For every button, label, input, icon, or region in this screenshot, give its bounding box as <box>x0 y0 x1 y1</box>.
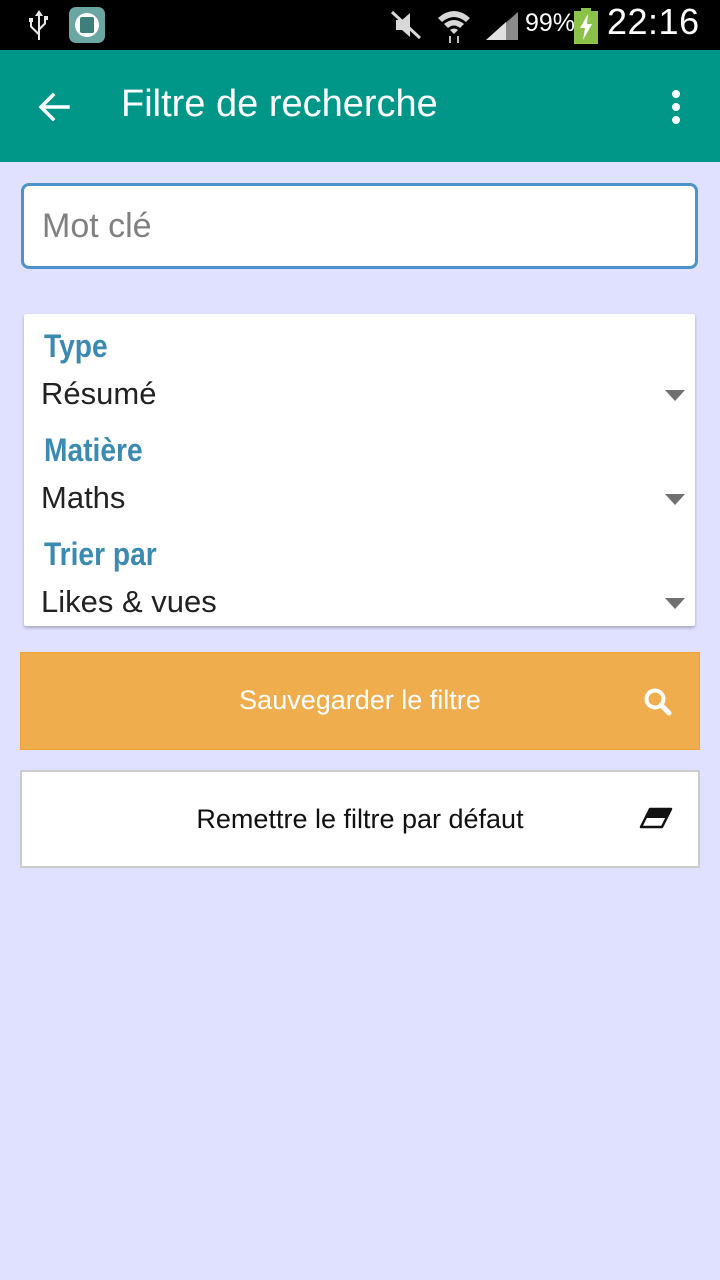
sort-label: Trier par <box>44 536 157 572</box>
wifi-icon <box>438 11 470 43</box>
app-notification-icon <box>69 7 105 43</box>
save-filter-button[interactable]: Sauvegarder le filtre <box>20 652 700 750</box>
subject-label: Matière <box>44 432 143 468</box>
filter-card: Type Résumé Matière Maths Trier par Like… <box>24 314 695 626</box>
more-vert-icon[interactable] <box>660 86 692 128</box>
chevron-down-icon <box>665 598 685 609</box>
app-bar: Filtre de recherche <box>0 50 720 162</box>
battery-icon <box>574 8 598 44</box>
sort-select[interactable]: Likes & vues <box>24 584 695 628</box>
page-title: Filtre de recherche <box>121 83 438 125</box>
subject-value: Maths <box>41 480 126 515</box>
mute-icon <box>390 10 422 40</box>
reset-filter-label: Remettre le filtre par défaut <box>196 804 524 834</box>
battery-percent: 99% <box>525 9 576 37</box>
eraser-icon <box>639 807 673 829</box>
arrow-left-icon[interactable] <box>34 86 76 128</box>
chevron-down-icon <box>665 390 685 401</box>
status-bar: 99% 22:16 <box>0 0 720 50</box>
chevron-down-icon <box>665 494 685 505</box>
signal-icon <box>486 12 518 40</box>
usb-icon <box>29 10 48 40</box>
type-value: Résumé <box>41 376 157 411</box>
search-icon <box>644 688 672 716</box>
clock: 22:16 <box>607 1 700 42</box>
keyword-input[interactable] <box>21 183 698 269</box>
type-select[interactable]: Résumé <box>24 376 695 420</box>
subject-select[interactable]: Maths <box>24 480 695 524</box>
save-filter-label: Sauvegarder le filtre <box>239 685 481 715</box>
sort-value: Likes & vues <box>41 584 217 619</box>
reset-filter-button[interactable]: Remettre le filtre par défaut <box>20 770 700 868</box>
type-label: Type <box>44 328 108 364</box>
